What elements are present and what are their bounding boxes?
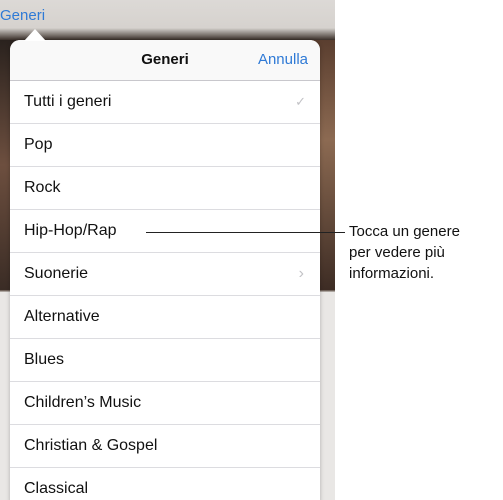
callout-annotation: Tocca un genere per vedere più informazi…	[349, 221, 503, 284]
callout-line-2: per vedere più	[349, 244, 445, 261]
genre-label: Alternative	[24, 308, 100, 325]
chevron-right-icon: ›	[298, 265, 304, 282]
callout-line-1: Tocca un genere	[349, 223, 460, 240]
genre-label: Rock	[24, 179, 61, 196]
genres-popover: Generi Annulla Tutti i generi ✓ Pop Rock…	[10, 40, 320, 500]
cancel-button[interactable]: Annulla	[258, 51, 308, 68]
genre-label: Hip-Hop/Rap	[24, 222, 117, 239]
genre-list: Tutti i generi ✓ Pop Rock Hip-Hop/Rap Su…	[10, 81, 320, 500]
genre-item-childrens-music[interactable]: Children’s Music	[10, 382, 320, 425]
genre-item-blues[interactable]: Blues	[10, 339, 320, 382]
callout-leader-line	[146, 232, 345, 233]
callout-line-3: informazioni.	[349, 265, 435, 282]
genre-item-pop[interactable]: Pop	[10, 124, 320, 167]
genre-label: Blues	[24, 351, 65, 368]
genre-item-ringtones[interactable]: Suonerie ›	[10, 253, 320, 296]
genre-item-christian-gospel[interactable]: Christian & Gospel	[10, 425, 320, 468]
genre-label: Classical	[24, 480, 89, 497]
popover-nav-bar: Generi Annulla	[10, 40, 320, 81]
genre-label: Pop	[24, 136, 53, 153]
checkmark-icon: ✓	[295, 94, 306, 109]
genres-back-link[interactable]: Generi	[0, 7, 45, 24]
genre-item-classical[interactable]: Classical	[10, 468, 320, 500]
genre-label: Suonerie	[24, 265, 89, 282]
genre-item-rock[interactable]: Rock	[10, 167, 320, 210]
genre-label: Christian & Gospel	[24, 437, 158, 454]
screen: Generi Generi Annulla Tutti i generi ✓ P…	[0, 0, 503, 500]
popover-arrow	[24, 29, 46, 41]
genre-label: Tutti i generi	[24, 93, 112, 110]
genre-item-all[interactable]: Tutti i generi ✓	[10, 81, 320, 124]
genre-label: Children’s Music	[24, 394, 142, 411]
genre-item-alternative[interactable]: Alternative	[10, 296, 320, 339]
